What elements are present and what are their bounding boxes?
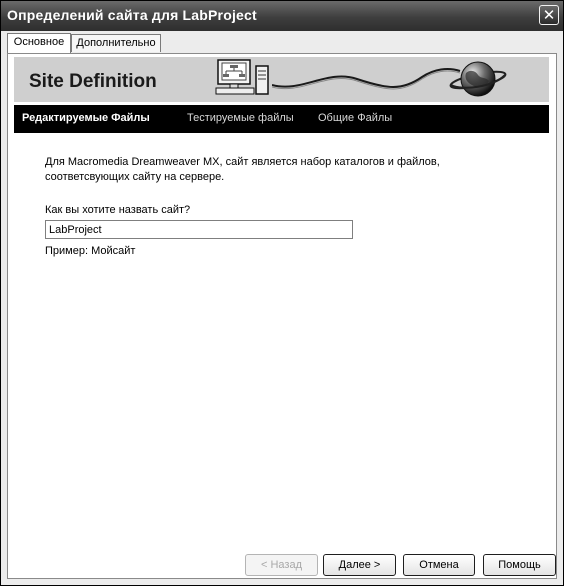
tab-advanced[interactable]: Дополнительно bbox=[71, 34, 161, 52]
connection-cable bbox=[272, 68, 461, 90]
site-definition-dialog: Определений сайта для LabProject ✕ Основ… bbox=[0, 0, 564, 586]
next-button[interactable]: Далее > bbox=[323, 554, 396, 576]
title-bar[interactable]: Определений сайта для LabProject ✕ bbox=[1, 1, 563, 31]
nav-shared-files[interactable]: Общие Файлы bbox=[318, 112, 392, 124]
cancel-button[interactable]: Отмена bbox=[403, 554, 475, 576]
globe-icon bbox=[449, 61, 507, 97]
nav-editable-files[interactable]: Редактируемые Файлы bbox=[22, 112, 150, 124]
intro-text: Для Macromedia Dreamweaver MX, сайт явля… bbox=[45, 155, 465, 185]
nav-testing-files[interactable]: Тестируемые файлы bbox=[187, 112, 294, 124]
site-definition-banner: Site Definition bbox=[14, 57, 549, 102]
site-name-input[interactable] bbox=[45, 220, 353, 239]
window-title: Определений сайта для LabProject bbox=[7, 7, 257, 23]
tab-basic[interactable]: Основное bbox=[7, 33, 71, 54]
intro-line-1: Для Macromedia Dreamweaver MX, сайт явля… bbox=[45, 156, 440, 168]
wizard-nav: Редактируемые Файлы Тестируемые файлы Об… bbox=[14, 105, 549, 133]
help-button[interactable]: Помощь bbox=[483, 554, 556, 576]
close-icon[interactable]: ✕ bbox=[539, 5, 559, 25]
back-button[interactable]: < Назад bbox=[245, 554, 318, 576]
site-name-label: Как вы хотите назвать сайт? bbox=[45, 204, 191, 216]
computer-icon bbox=[215, 59, 269, 95]
banner-title: Site Definition bbox=[29, 71, 157, 92]
example-text: Пример: Мойсайт bbox=[45, 245, 136, 257]
intro-line-2: соответсвующих сайту на сервере. bbox=[45, 171, 225, 183]
tab-panel: Site Definition Редактируемые Файлы Тест… bbox=[7, 53, 557, 579]
